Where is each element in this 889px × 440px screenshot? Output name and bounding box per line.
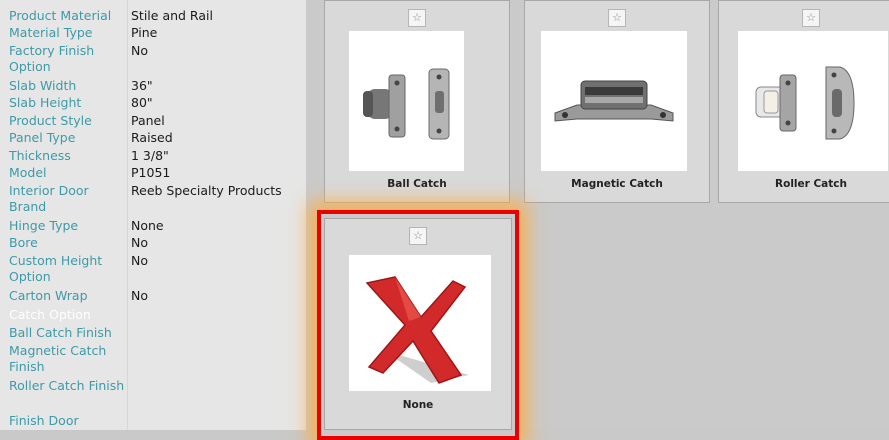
property-value: None (131, 218, 164, 233)
tile-magnetic-catch[interactable]: ☆ Magnetic Catch (524, 0, 710, 203)
property-label: Finish Door (9, 413, 79, 428)
property-label: Interior Door Brand (9, 183, 89, 214)
property-label: Panel Type (9, 130, 76, 145)
property-label: Catch Option (9, 307, 91, 322)
property-label: Material Type (9, 25, 93, 40)
none-x-image-svg (365, 276, 469, 384)
property-value: Pine (131, 25, 158, 40)
property-label: Magnetic Catch Finish (9, 343, 107, 374)
property-label: Slab Width (9, 78, 77, 93)
property-value: P1051 (131, 165, 171, 180)
property-label: Custom Height Option (9, 253, 103, 284)
property-label: Ball Catch Finish (9, 325, 112, 340)
property-value: Reeb Specialty Products (131, 183, 282, 198)
property-label: Slab Height (9, 95, 82, 110)
tile-caption: Ball Catch (387, 178, 447, 190)
favorite-star-icon[interactable]: ☆ (802, 9, 820, 27)
tile-none[interactable]: ☆ None (324, 218, 512, 430)
property-label: Factory Finish Option (9, 43, 95, 74)
ball-catch-image (349, 31, 464, 171)
property-label: Product Style (9, 113, 92, 128)
roller-catch-image-svg (755, 66, 855, 140)
property-value: 80" (131, 95, 153, 110)
favorite-star-icon[interactable]: ☆ (408, 9, 426, 27)
property-label: Thickness (9, 148, 71, 163)
property-value: No (131, 235, 148, 250)
magnetic-catch-image-svg (554, 80, 674, 122)
property-value: Raised (131, 130, 173, 145)
property-value: No (131, 288, 148, 303)
tile-caption: Magnetic Catch (571, 178, 663, 190)
favorite-star-icon[interactable]: ☆ (409, 227, 427, 245)
property-value: Panel (131, 113, 165, 128)
tile-caption: None (402, 399, 434, 411)
property-value: No (131, 253, 148, 268)
column-separator (127, 0, 128, 430)
property-label: Model (9, 165, 47, 180)
favorite-star-icon[interactable]: ☆ (608, 9, 626, 27)
property-label: Product Material (9, 8, 112, 23)
property-label: Hinge Type (9, 218, 79, 233)
tile-roller-catch[interactable]: ☆ Roller Catch (718, 0, 889, 203)
property-label: Bore (9, 235, 38, 250)
property-value: No (131, 43, 148, 58)
roller-catch-image (738, 31, 888, 171)
property-value: 36" (131, 78, 153, 93)
property-label: Roller Catch Finish (9, 378, 125, 393)
none-x-image (349, 255, 491, 391)
magnetic-catch-image (541, 31, 687, 171)
tile-ball-catch[interactable]: ☆ Ball Catch (324, 0, 510, 203)
property-value: Stile and Rail (131, 8, 213, 23)
property-label: Carton Wrap (9, 288, 88, 303)
property-value: 1 3/8" (131, 148, 169, 163)
properties-panel: Product Material Stile and Rail Material… (0, 0, 306, 430)
ball-catch-image-svg (363, 68, 450, 140)
tile-caption: Roller Catch (775, 178, 847, 190)
